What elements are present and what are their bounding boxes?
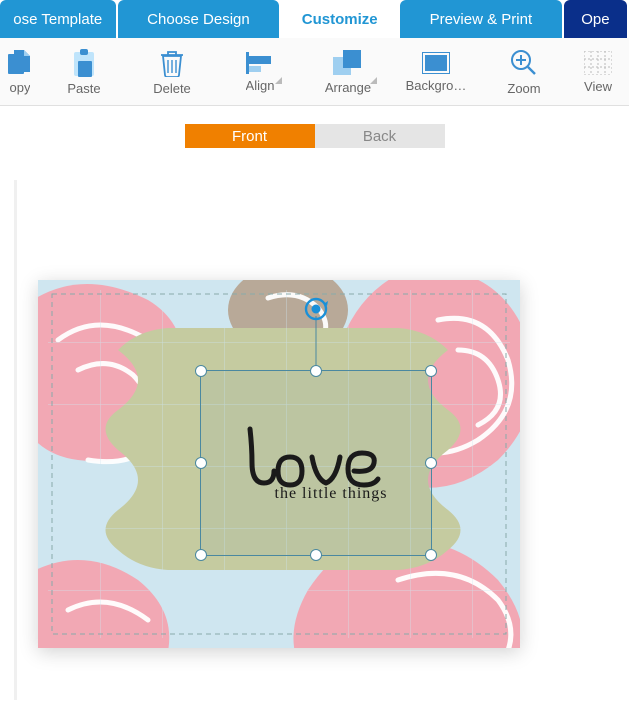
tab-customize[interactable]: Customize xyxy=(281,0,398,38)
card-artboard[interactable]: the little things xyxy=(38,280,520,648)
resize-handle-br[interactable] xyxy=(425,549,437,561)
resize-handle-bm[interactable] xyxy=(310,549,322,561)
resize-handle-mr[interactable] xyxy=(425,457,437,469)
tool-label: Delete xyxy=(153,81,191,96)
selection-box[interactable]: the little things xyxy=(200,370,432,556)
tool-label: Backgro… xyxy=(406,78,467,93)
tab-choose-design[interactable]: Choose Design xyxy=(118,0,280,38)
tab-open[interactable]: Ope xyxy=(564,0,627,38)
align-button[interactable]: Align xyxy=(216,42,304,102)
background-button[interactable]: Backgro… xyxy=(392,42,480,102)
wizard-tabs: ose Template Choose Design Customize Pre… xyxy=(0,0,629,38)
resize-handle-bl[interactable] xyxy=(195,549,207,561)
resize-handle-tr[interactable] xyxy=(425,365,437,377)
zoom-button[interactable]: Zoom xyxy=(480,42,568,102)
rotation-connector xyxy=(316,316,317,371)
tool-label: opy xyxy=(10,80,31,95)
tab-choose-template[interactable]: ose Template xyxy=(0,0,116,38)
text-object: the little things xyxy=(201,371,431,555)
tool-label: Zoom xyxy=(507,81,540,96)
grid-icon xyxy=(584,51,612,75)
tool-label: Arrange xyxy=(325,80,371,95)
side-label: Front xyxy=(232,128,267,145)
side-selector: Front Back xyxy=(185,124,445,148)
resize-handle-tm[interactable] xyxy=(310,365,322,377)
background-icon xyxy=(422,52,450,74)
view-grid-button[interactable]: View xyxy=(568,42,628,102)
love-word-art xyxy=(236,423,396,493)
arrange-icon xyxy=(333,50,363,76)
copy-icon xyxy=(8,50,32,76)
resize-handle-ml[interactable] xyxy=(195,457,207,469)
tool-label: View xyxy=(584,79,612,94)
align-icon xyxy=(246,52,274,74)
design-canvas[interactable]: the little things xyxy=(14,180,614,700)
dropdown-indicator-icon xyxy=(370,77,377,84)
tab-label: Ope xyxy=(581,11,609,28)
tab-preview-print[interactable]: Preview & Print xyxy=(400,0,562,38)
arrange-button[interactable]: Arrange xyxy=(304,42,392,102)
dropdown-indicator-icon xyxy=(275,77,282,84)
trash-icon xyxy=(160,49,184,77)
subline-text: the little things xyxy=(275,485,388,503)
paste-button[interactable]: Paste xyxy=(40,42,128,102)
toolbar: opy Paste Delete Align Arrange xyxy=(0,38,629,106)
tool-label: Paste xyxy=(67,81,100,96)
rotation-handle[interactable] xyxy=(303,296,329,322)
tab-label: ose Template xyxy=(13,11,102,28)
paste-icon xyxy=(72,49,96,77)
tab-label: Choose Design xyxy=(147,11,250,28)
scrollbar-track[interactable] xyxy=(14,180,17,700)
tab-label: Customize xyxy=(302,11,378,28)
side-back[interactable]: Back xyxy=(315,124,445,148)
side-label: Back xyxy=(363,128,396,145)
resize-handle-tl[interactable] xyxy=(195,365,207,377)
rotation-icon xyxy=(303,296,329,322)
tool-label: Align xyxy=(246,78,275,93)
delete-button[interactable]: Delete xyxy=(128,42,216,102)
copy-button[interactable]: opy xyxy=(0,42,40,102)
tab-label: Preview & Print xyxy=(430,11,533,28)
zoom-icon xyxy=(510,49,538,77)
side-front[interactable]: Front xyxy=(185,124,315,148)
